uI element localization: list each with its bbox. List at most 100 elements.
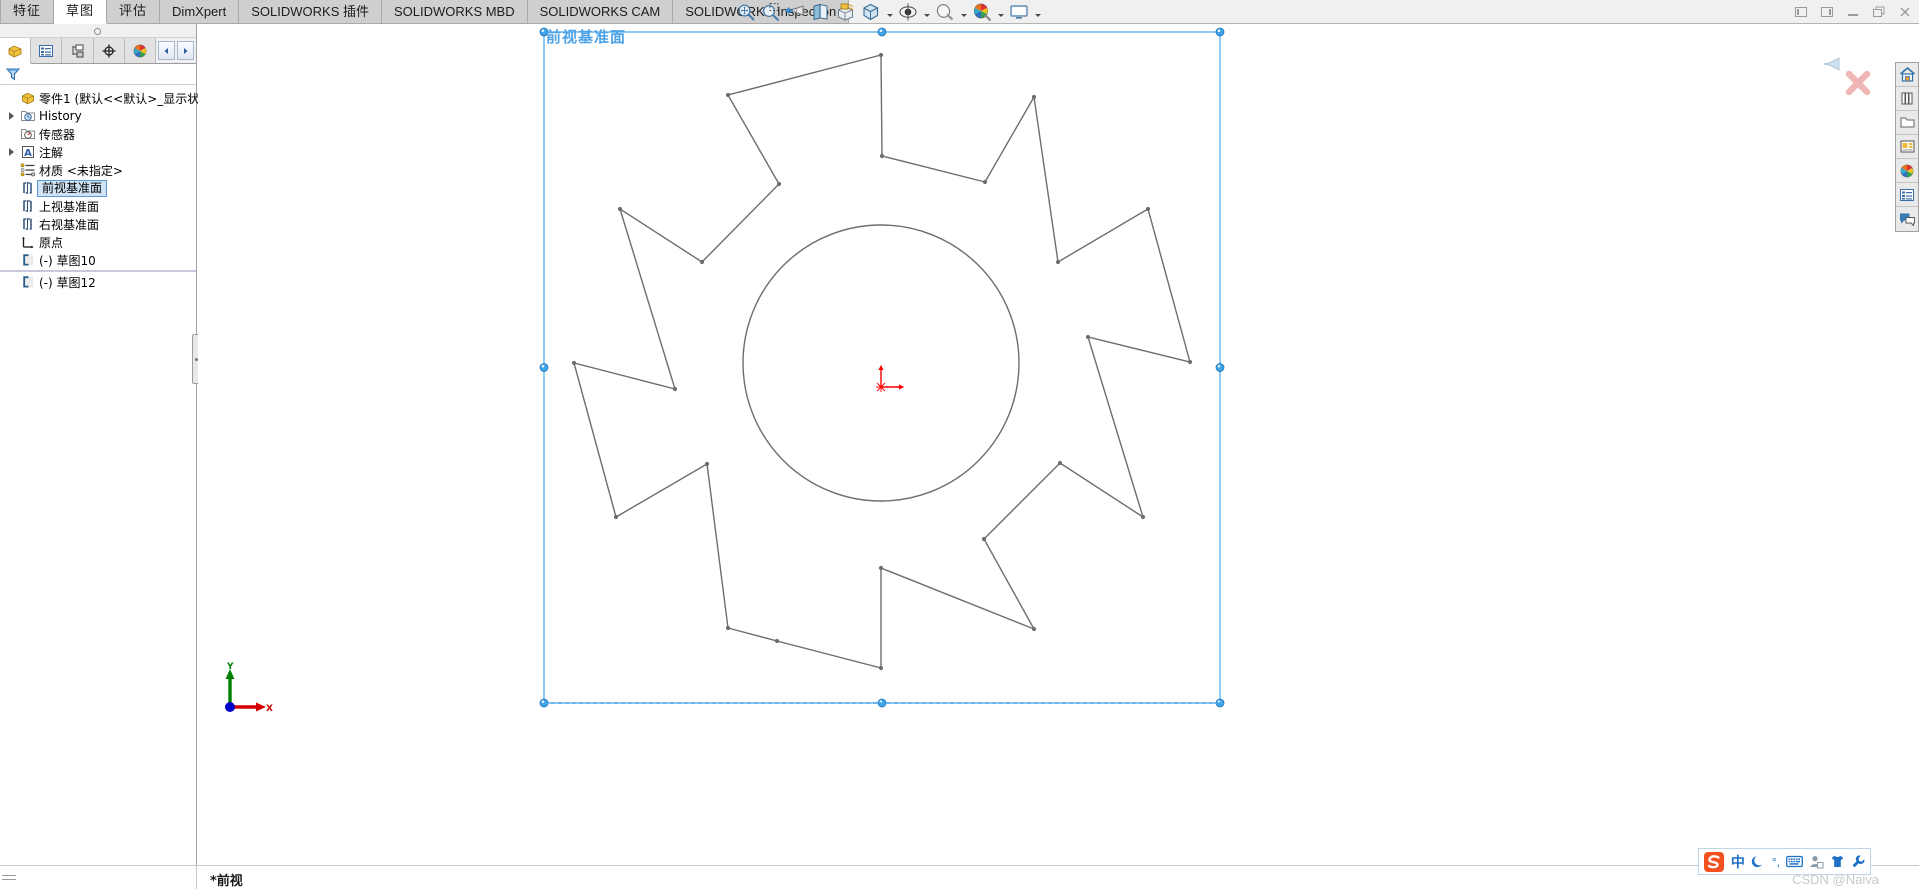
sketch-vertex-6[interactable] xyxy=(1187,359,1193,365)
sketch-vertex-18[interactable] xyxy=(571,360,577,366)
prev-doc-icon[interactable] xyxy=(1793,4,1809,20)
apply-scene-icon[interactable] xyxy=(971,1,993,23)
view-settings-icon[interactable] xyxy=(1008,1,1030,23)
sketch-vertex-16[interactable] xyxy=(704,461,710,467)
edit-appearance-dropdown-caret[interactable] xyxy=(959,2,968,22)
sketch-vertex-20[interactable] xyxy=(617,206,623,212)
ime-mode-chinese[interactable]: 中 xyxy=(1731,852,1745,872)
sketch-origin-marker[interactable] xyxy=(876,365,904,392)
ribbon-tab-1[interactable]: 草图 xyxy=(54,0,108,24)
expand-arrow-icon[interactable] xyxy=(4,148,18,156)
sketch-vertex-8[interactable] xyxy=(1140,514,1146,520)
tree-item-9[interactable]: (-) 草图10 xyxy=(0,251,196,269)
ribbon-tab-4[interactable]: SOLIDWORKS 插件 xyxy=(239,0,382,24)
sketch-vertex-11[interactable] xyxy=(1031,626,1037,632)
tree-item-10[interactable]: (-) 草图12 xyxy=(0,273,196,291)
sketch-vertex-1[interactable] xyxy=(879,153,885,159)
apply-scene-dropdown-caret[interactable] xyxy=(996,2,1005,22)
ribbon-tab-6[interactable]: SOLIDWORKS CAM xyxy=(527,0,674,24)
property-manager-tab[interactable] xyxy=(31,38,63,63)
design-library-icon[interactable] xyxy=(1896,87,1918,111)
custom-properties-icon[interactable] xyxy=(1896,183,1918,207)
minimize-icon[interactable] xyxy=(1845,4,1861,20)
sketch-vertex-9[interactable] xyxy=(1057,460,1063,466)
configuration-manager-tab[interactable] xyxy=(62,38,94,63)
sketch-vertex-14[interactable] xyxy=(774,638,780,644)
ime-moon-icon[interactable] xyxy=(1751,854,1766,869)
hide-show-items-dropdown-caret[interactable] xyxy=(922,2,931,22)
sketch-vertex-10[interactable] xyxy=(981,536,987,542)
ribbon-tab-3[interactable]: DimXpert xyxy=(160,0,240,24)
sketch-canvas[interactable]: Y X xyxy=(198,24,1919,865)
plane-handle-3[interactable] xyxy=(539,363,549,372)
view-orientation-icon[interactable] xyxy=(835,1,857,23)
tree-rollback-bar[interactable] xyxy=(0,270,196,272)
view-settings-dropdown-caret[interactable] xyxy=(1033,2,1042,22)
restore-icon[interactable] xyxy=(1871,4,1887,20)
sketch-vertex-13[interactable] xyxy=(878,665,884,671)
sketch-vertex-4[interactable] xyxy=(1055,259,1061,265)
star-sketch-outline[interactable] xyxy=(573,54,1191,669)
sketch-vertex-7[interactable] xyxy=(1085,334,1091,340)
home-icon[interactable] xyxy=(1896,63,1918,87)
sketch-vertex-23[interactable] xyxy=(725,92,731,98)
display-style-icon[interactable] xyxy=(860,1,882,23)
tree-item-6[interactable]: 上视基准面 xyxy=(0,197,196,215)
ime-soft-keyboard-icon[interactable] xyxy=(1786,855,1803,868)
sketch-vertex-21[interactable] xyxy=(699,259,705,265)
panel-nav-forward-icon[interactable] xyxy=(177,41,195,60)
tree-item-5[interactable]: 前视基准面 xyxy=(0,179,196,197)
zoom-to-area-icon[interactable] xyxy=(760,1,782,23)
display-manager-tab[interactable] xyxy=(124,38,157,63)
feature-manager-tab[interactable] xyxy=(0,38,32,64)
sketch-vertex-5[interactable] xyxy=(1145,206,1151,212)
rebuild-arrow-icon[interactable] xyxy=(1824,57,1840,71)
display-style-dropdown-caret[interactable] xyxy=(885,2,894,22)
tree-item-3[interactable]: A 注解 xyxy=(0,143,196,161)
plane-handle-1[interactable] xyxy=(877,27,887,37)
sogou-logo-icon[interactable] xyxy=(1703,851,1725,873)
view-palette-icon[interactable] xyxy=(1896,135,1918,159)
sketch-vertex-17[interactable] xyxy=(613,514,619,520)
section-view-icon[interactable] xyxy=(810,1,832,23)
cancel-x-icon[interactable] xyxy=(1845,70,1871,96)
sketch-vertex-19[interactable] xyxy=(672,386,678,392)
ribbon-tab-2[interactable]: 评估 xyxy=(107,0,161,24)
dimxpert-manager-tab[interactable] xyxy=(93,38,125,63)
sketch-vertex-3[interactable] xyxy=(1031,94,1037,100)
ribbon-tab-5[interactable]: SOLIDWORKS MBD xyxy=(381,0,528,24)
next-doc-icon[interactable] xyxy=(1819,4,1835,20)
previous-view-icon[interactable] xyxy=(785,1,807,23)
panel-nav-back-icon[interactable] xyxy=(158,41,176,60)
tree-item-2[interactable]: 传感器 xyxy=(0,125,196,143)
ime-tools-icon[interactable] xyxy=(1851,854,1866,869)
tree-item-8[interactable]: 原点 xyxy=(0,233,196,251)
file-explorer-icon[interactable] xyxy=(1896,111,1918,135)
ime-skin-icon[interactable] xyxy=(1830,854,1845,869)
ribbon-tab-0[interactable]: 特征 xyxy=(0,0,55,24)
plane-handle-4[interactable] xyxy=(1215,363,1225,372)
tree-item-4[interactable]: 材质 <未指定> xyxy=(0,161,196,179)
ime-user-icon[interactable] xyxy=(1809,854,1824,869)
sketch-vertex-2[interactable] xyxy=(982,179,988,185)
sketch-vertex-0[interactable] xyxy=(878,52,884,58)
graphics-area[interactable]: 前视基准面 Y X xyxy=(198,24,1919,865)
ime-punctuation-icon[interactable]: °, xyxy=(1772,855,1780,869)
appearances-scenes-icon[interactable] xyxy=(1896,159,1918,183)
plane-handle-2[interactable] xyxy=(1215,27,1225,37)
sketch-vertex-12[interactable] xyxy=(878,565,884,571)
zoom-to-fit-icon[interactable] xyxy=(735,1,757,23)
solidworks-forum-icon[interactable] xyxy=(1896,207,1918,231)
hide-show-items-icon[interactable] xyxy=(897,1,919,23)
edit-appearance-icon[interactable] xyxy=(934,1,956,23)
tree-item-0[interactable]: 零件1 (默认<<默认>_显示状态 1>) xyxy=(0,89,237,107)
tree-item-1[interactable]: History xyxy=(0,107,196,125)
close-icon[interactable] xyxy=(1897,4,1913,20)
sketch-vertex-22[interactable] xyxy=(776,181,782,187)
panel-pin-dot[interactable] xyxy=(94,28,101,35)
feature-tree-filter[interactable] xyxy=(0,64,196,85)
sketch-vertex-15[interactable] xyxy=(725,625,731,631)
tree-item-7[interactable]: 右视基准面 xyxy=(0,215,196,233)
expand-arrow-icon[interactable] xyxy=(4,112,18,120)
inner-circle-sketch[interactable] xyxy=(742,224,1020,502)
